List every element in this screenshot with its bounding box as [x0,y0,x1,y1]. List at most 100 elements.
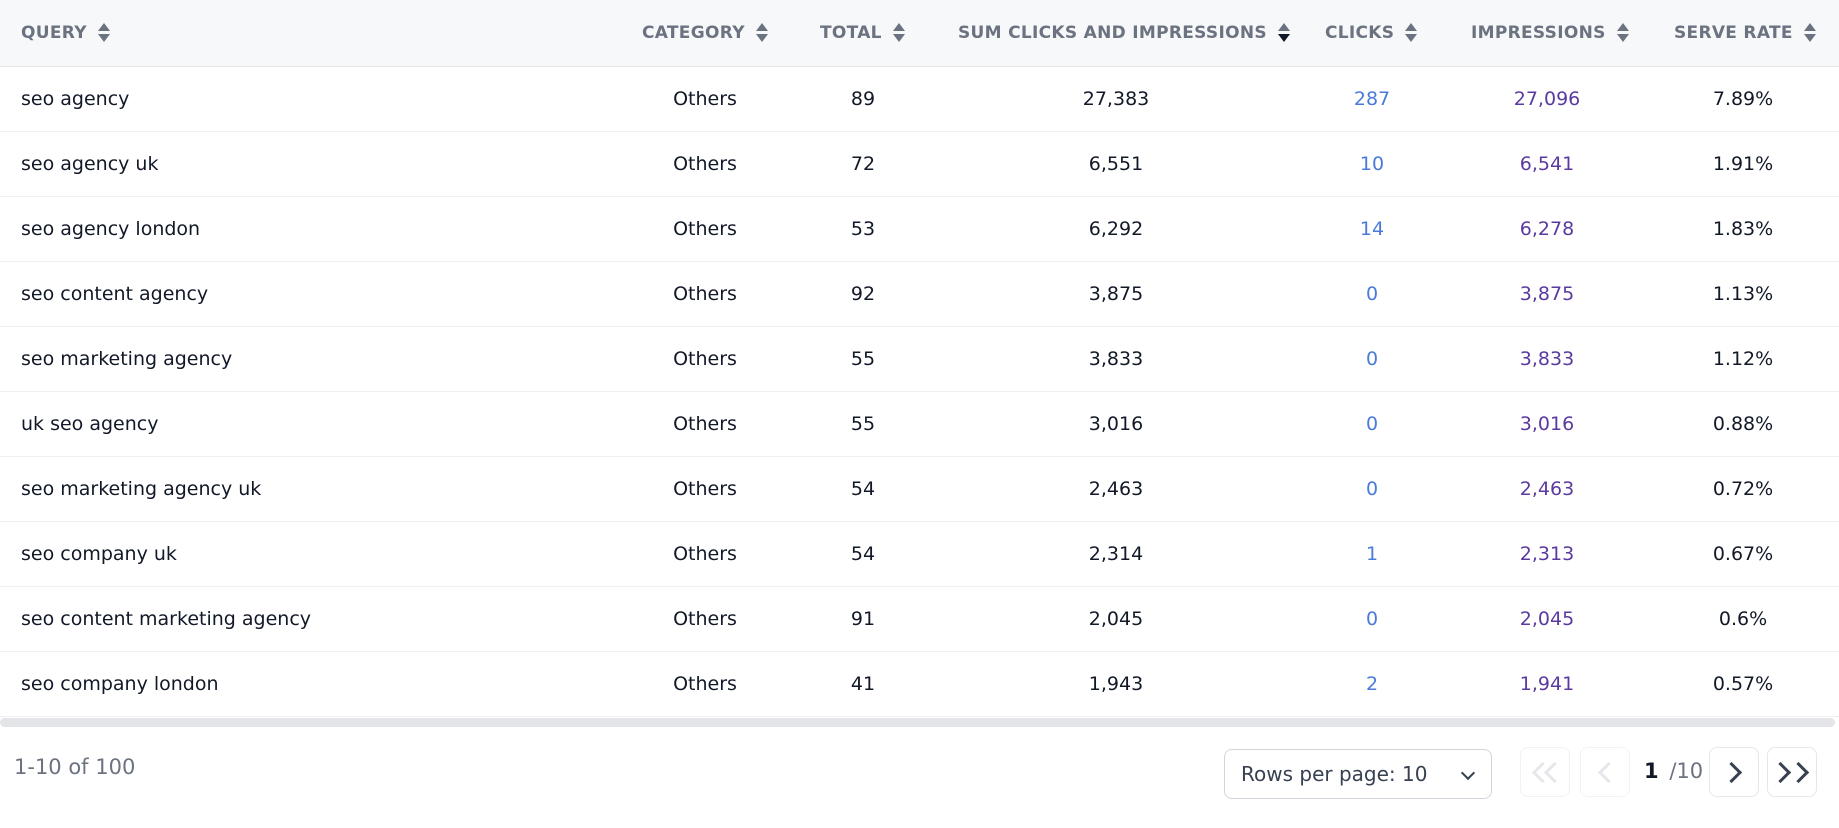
next-page-button[interactable] [1709,747,1759,797]
sort-arrows-icon[interactable] [755,22,769,44]
cell-clicks: 1 [1365,543,1379,565]
prev-page-button[interactable] [1580,747,1630,797]
cell-category: Others [673,153,737,175]
cell-impressions: 6,278 [1519,218,1575,240]
cell-category: Others [673,283,737,305]
column-header-clicks[interactable]: CLICKS [1325,0,1418,66]
table-row[interactable]: seo content marketing agency Others 91 2,04… [0,587,1839,652]
cell-query: seo marketing agency [21,348,233,370]
cell-serve-rate: 0.57% [1712,673,1774,695]
sort-arrows-icon[interactable] [1803,22,1817,44]
cell-total: 91 [850,608,876,630]
table-row[interactable]: seo marketing agency Others 55 3,833 0 3,833 1… [0,327,1839,392]
pagination-footer: 1-10 of 100 Rows per page: 10 1 /10 [0,735,1839,828]
cell-total: 72 [850,153,876,175]
queries-table: QUERY CATEGORY TOTAL SUM CLICKS AND IMPR… [0,0,1839,727]
cell-total: 55 [850,348,876,370]
cell-category: Others [673,348,737,370]
sort-arrows-icon[interactable] [97,22,111,44]
table-header: QUERY CATEGORY TOTAL SUM CLICKS AND IMPR… [0,0,1839,67]
cell-total: 92 [850,283,876,305]
chevron-down-icon [1460,765,1476,781]
cell-sum: 6,292 [1088,218,1144,240]
cell-query: seo content marketing agency [21,608,312,630]
cell-category: Others [673,218,737,240]
table-row[interactable]: seo agency london Others 53 6,292 14 6,278 1.8… [0,197,1839,262]
chevron-left-icon [1597,761,1619,783]
column-header-total[interactable]: TOTAL [820,0,906,66]
cell-sum: 2,045 [1088,608,1144,630]
cell-sum: 1,943 [1088,673,1144,695]
cell-query: seo agency [21,88,130,110]
cell-query: seo content agency [21,283,209,305]
cell-clicks: 10 [1359,153,1385,175]
cell-category: Others [673,543,737,565]
cell-category: Others [673,673,737,695]
cell-impressions: 3,833 [1519,348,1575,370]
column-header-serve-rate[interactable]: SERVE RATE [1674,0,1817,66]
column-header-sum[interactable]: SUM CLICKS AND IMPRESSIONS [958,0,1291,66]
cell-category: Others [673,608,737,630]
table-row[interactable]: seo company uk Others 54 2,314 1 2,313 0.67% [0,522,1839,587]
cell-category: Others [673,478,737,500]
cell-clicks: 0 [1365,608,1379,630]
sort-arrows-icon[interactable] [1616,22,1630,44]
table-row[interactable]: seo content agency Others 92 3,875 0 3,875 1.1… [0,262,1839,327]
cell-impressions: 3,875 [1519,283,1575,305]
cell-category: Others [673,88,737,110]
column-header-category[interactable]: CATEGORY [642,0,769,66]
cell-category: Others [673,413,737,435]
cell-clicks: 0 [1365,348,1379,370]
cell-total: 55 [850,413,876,435]
cell-clicks: 14 [1359,218,1385,240]
double-chevron-left-icon [1529,761,1565,783]
cell-total: 89 [850,88,876,110]
cell-impressions: 2,045 [1519,608,1575,630]
sort-arrows-icon[interactable] [892,22,906,44]
column-header-impressions[interactable]: IMPRESSIONS [1471,0,1630,66]
cell-sum: 3,875 [1088,283,1144,305]
page-indicator: 1 /10 [1644,759,1703,783]
cell-total: 54 [850,543,876,565]
total-pages: /10 [1669,759,1704,783]
column-label: TOTAL [820,23,882,43]
cell-query: seo company uk [21,543,177,565]
cell-impressions: 6,541 [1519,153,1575,175]
cell-serve-rate: 0.67% [1712,543,1774,565]
cell-sum: 6,551 [1088,153,1144,175]
sort-desc-icon[interactable] [1277,22,1291,44]
rows-per-page-select[interactable]: Rows per page: 10 [1224,749,1492,799]
cell-serve-rate: 0.72% [1712,478,1774,500]
cell-serve-rate: 1.12% [1712,348,1774,370]
cell-sum: 2,463 [1088,478,1144,500]
table-row[interactable]: seo marketing agency uk Others 54 2,463 0 2,4… [0,457,1839,522]
cell-serve-rate: 0.88% [1712,413,1774,435]
current-page: 1 [1644,759,1659,783]
cell-clicks: 0 [1365,413,1379,435]
cell-query: seo agency uk [21,153,159,175]
chevron-right-icon [1720,761,1742,783]
cell-impressions: 3,016 [1519,413,1575,435]
column-label: SUM CLICKS AND IMPRESSIONS [958,23,1267,43]
cell-serve-rate: 0.6% [1718,608,1768,630]
cell-serve-rate: 7.89% [1712,88,1774,110]
cell-sum: 2,314 [1088,543,1144,565]
last-page-button[interactable] [1767,747,1817,797]
table-row[interactable]: seo agency Others 89 27,383 287 27,096 7.89% [0,67,1839,132]
cell-serve-rate: 1.83% [1712,218,1774,240]
sort-arrows-icon[interactable] [1404,22,1418,44]
column-header-query[interactable]: QUERY [21,0,111,66]
horizontal-scrollbar[interactable] [0,718,1835,727]
table-row[interactable]: seo agency uk Others 72 6,551 10 6,541 1.91% [0,132,1839,197]
column-label: CLICKS [1325,23,1395,43]
first-page-button[interactable] [1520,747,1570,797]
cell-impressions: 2,313 [1519,543,1575,565]
cell-total: 54 [850,478,876,500]
cell-sum: 3,016 [1088,413,1144,435]
column-label: CATEGORY [642,23,745,43]
table-row[interactable]: uk seo agency Others 55 3,016 0 3,016 0.88% [0,392,1839,457]
cell-impressions: 1,941 [1519,673,1575,695]
cell-serve-rate: 1.13% [1712,283,1774,305]
table-row[interactable]: seo company london Others 41 1,943 2 1,941 0.5… [0,652,1839,717]
rows-per-page-label: Rows per page: 10 [1241,762,1428,786]
